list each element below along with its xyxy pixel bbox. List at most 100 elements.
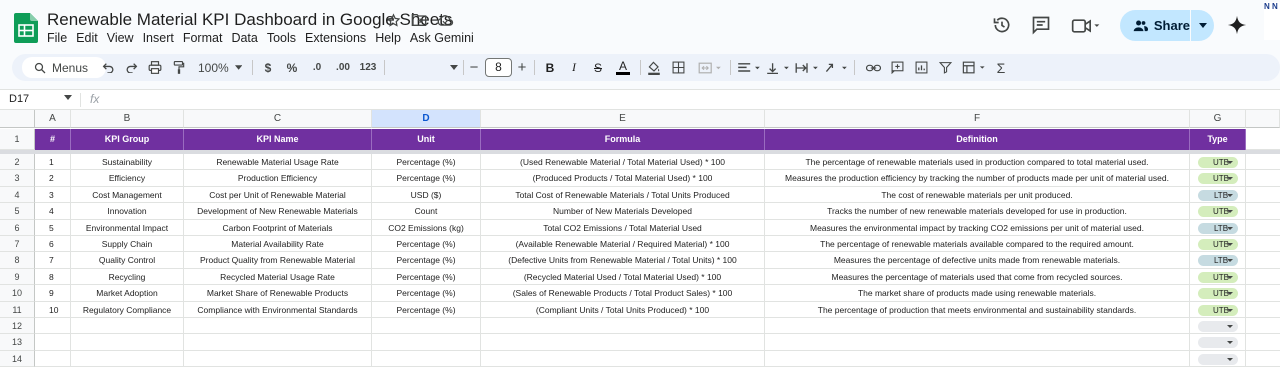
cell-type[interactable]: LTB: [1190, 186, 1246, 204]
zoom-select[interactable]: 100%: [198, 59, 242, 76]
paint-format-icon[interactable]: [171, 59, 187, 76]
cell-type[interactable]: LTB: [1190, 219, 1246, 236]
increase-decimal-button[interactable]: .00: [332, 59, 354, 76]
share-dropdown-icon[interactable]: [1191, 10, 1214, 41]
row-header[interactable]: 9: [0, 268, 35, 286]
cell-formula[interactable]: (Compliant Units / Total Units Produced)…: [481, 301, 765, 318]
insert-link-icon[interactable]: [865, 59, 881, 76]
text-rotation-icon[interactable]: [823, 59, 849, 76]
cell-kpi-name[interactable]: Market Share of Renewable Products: [184, 285, 372, 302]
menu-extensions[interactable]: Extensions: [305, 31, 366, 45]
cell-type[interactable]: UTB: [1190, 154, 1246, 171]
type-dropdown-chip[interactable]: UTB: [1198, 157, 1238, 168]
cell-type[interactable]: UTB: [1190, 268, 1246, 286]
cell-kpi-name[interactable]: Renewable Material Usage Rate: [184, 154, 372, 171]
cell-definition[interactable]: Measures the percentage of materials use…: [765, 268, 1190, 286]
row-header[interactable]: 12: [0, 318, 35, 335]
empty-cell[interactable]: [1246, 170, 1280, 187]
cell-formula[interactable]: (Recycled Material Used / Total Material…: [481, 268, 765, 286]
empty-cell[interactable]: [184, 318, 372, 335]
more-formats-button[interactable]: 123: [358, 59, 378, 76]
cell-formula[interactable]: Total CO2 Emissions / Total Material Use…: [481, 219, 765, 236]
menu-help[interactable]: Help: [375, 31, 401, 45]
type-dropdown-chip[interactable]: UTB: [1198, 173, 1238, 185]
empty-cell[interactable]: [1246, 154, 1280, 171]
empty-cell[interactable]: [35, 350, 71, 368]
cell-kpi-group[interactable]: Quality Control: [71, 252, 184, 269]
cell-type[interactable]: UTB: [1190, 285, 1246, 302]
empty-cell[interactable]: [1246, 285, 1280, 302]
cell-formula[interactable]: Number of New Materials Developed: [481, 203, 765, 220]
column-header-g[interactable]: G: [1190, 110, 1246, 128]
cell-definition[interactable]: The cost of renewable materials per unit…: [765, 186, 1190, 204]
type-dropdown-chip[interactable]: UTB: [1198, 206, 1238, 218]
empty-cell[interactable]: [1246, 220, 1280, 236]
cell-unit[interactable]: Percentage (%): [372, 236, 481, 253]
empty-cell[interactable]: [1246, 269, 1280, 286]
row-header[interactable]: 14: [0, 350, 35, 368]
chevron-down-icon[interactable]: [64, 95, 72, 100]
cell-formula[interactable]: (Available Renewable Material / Required…: [481, 236, 765, 253]
cell-definition[interactable]: The percentage of renewable materials av…: [765, 236, 1190, 253]
cell-number[interactable]: 2: [35, 170, 71, 187]
cell-type[interactable]: [1190, 318, 1246, 335]
share-button[interactable]: Share: [1120, 10, 1214, 41]
cell-kpi-group[interactable]: Cost Management: [71, 186, 184, 204]
search-menus-input[interactable]: Menus: [22, 57, 106, 78]
column-header-d[interactable]: D: [372, 110, 481, 128]
row-header[interactable]: 1: [0, 129, 35, 150]
name-box[interactable]: D17: [9, 93, 29, 105]
header-formula[interactable]: Formula: [481, 129, 765, 150]
cell-definition[interactable]: The percentage of production that meets …: [765, 301, 1190, 318]
type-dropdown-chip[interactable]: LTB: [1198, 189, 1238, 201]
insert-chart-icon[interactable]: [913, 59, 929, 76]
cell-kpi-group[interactable]: Supply Chain: [71, 236, 184, 253]
version-history-icon[interactable]: [992, 15, 1012, 35]
menu-insert[interactable]: Insert: [143, 31, 174, 45]
cell-kpi-group[interactable]: Efficiency: [71, 170, 184, 187]
row-header[interactable]: 2: [0, 154, 35, 171]
select-all-corner[interactable]: [0, 110, 35, 128]
empty-cell[interactable]: [372, 350, 481, 368]
text-wrapping-icon[interactable]: [794, 59, 820, 76]
insert-comment-icon[interactable]: [889, 59, 905, 76]
empty-cell[interactable]: [1246, 187, 1280, 204]
cell-kpi-name[interactable]: Carbon Footprint of Materials: [184, 219, 372, 236]
cell-definition[interactable]: Measures the percentage of defective uni…: [765, 252, 1190, 269]
strikethrough-button[interactable]: S: [592, 59, 604, 76]
empty-cell[interactable]: [1246, 129, 1280, 150]
sheets-logo-icon[interactable]: [14, 13, 38, 43]
type-dropdown-chip[interactable]: [1198, 337, 1238, 349]
menu-edit[interactable]: Edit: [76, 31, 98, 45]
menu-view[interactable]: View: [107, 31, 134, 45]
percent-format-button[interactable]: %: [285, 59, 299, 76]
cell-unit[interactable]: Percentage (%): [372, 252, 481, 269]
type-dropdown-chip[interactable]: UTB: [1198, 304, 1238, 316]
cell-type[interactable]: LTB: [1190, 252, 1246, 269]
cell-kpi-group[interactable]: Recycling: [71, 268, 184, 286]
spreadsheet-grid[interactable]: A B C D E F G 1 # KPI Group KPI Name Unit Formula Def…: [0, 110, 1280, 372]
type-dropdown-chip[interactable]: UTB: [1198, 271, 1238, 283]
row-header[interactable]: 10: [0, 285, 35, 302]
cell-type[interactable]: [1190, 350, 1246, 368]
cell-kpi-group[interactable]: Sustainability: [71, 154, 184, 171]
cell-kpi-group[interactable]: Environmental Impact: [71, 219, 184, 236]
cell-kpi-name[interactable]: Production Efficiency: [184, 170, 372, 187]
cell-definition[interactable]: The market share of products made using …: [765, 285, 1190, 302]
header-unit[interactable]: Unit: [372, 129, 481, 150]
row-header[interactable]: 7: [0, 236, 35, 253]
merge-cells-icon[interactable]: [695, 59, 725, 76]
cell-number[interactable]: 10: [35, 301, 71, 318]
print-icon[interactable]: [147, 59, 163, 76]
cell-unit[interactable]: Percentage (%): [372, 154, 481, 171]
empty-cell[interactable]: [1246, 334, 1280, 351]
move-to-folder-icon[interactable]: [410, 11, 428, 29]
cell-definition[interactable]: Tracks the number of new renewable mater…: [765, 203, 1190, 220]
cell-kpi-group[interactable]: Regulatory Compliance: [71, 301, 184, 318]
decrease-decimal-button[interactable]: .0: [308, 59, 326, 76]
cell-formula[interactable]: (Sales of Renewable Products / Total Pro…: [481, 285, 765, 302]
cell-unit[interactable]: USD ($): [372, 186, 481, 204]
cell-unit[interactable]: Percentage (%): [372, 285, 481, 302]
empty-cell[interactable]: [481, 318, 765, 335]
empty-cell[interactable]: [765, 350, 1190, 368]
